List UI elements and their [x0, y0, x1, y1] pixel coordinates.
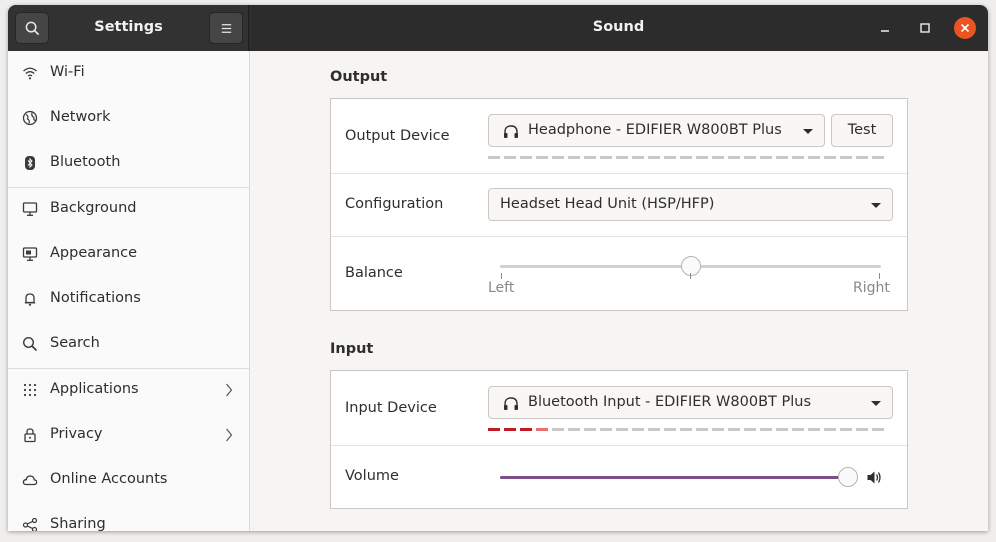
volume-fill	[500, 476, 848, 479]
maximize-icon	[920, 23, 930, 33]
balance-tick-center	[690, 273, 691, 279]
balance-label: Balance	[345, 265, 403, 281]
monitor-icon	[22, 202, 38, 216]
balance-right-label: Right	[853, 280, 890, 296]
balance-tick-right	[879, 273, 880, 279]
configuration-label: Configuration	[345, 196, 444, 212]
sidebar-item-search[interactable]: Search	[8, 322, 249, 367]
appearance-icon	[22, 247, 38, 261]
test-button[interactable]: Test	[831, 114, 893, 147]
balance-left-label: Left	[488, 280, 515, 296]
output-device-label: Output Device	[345, 128, 450, 144]
configuration-value: Headset Head Unit (HSP/HFP)	[500, 196, 715, 212]
sidebar-item-label: Wi-Fi	[50, 64, 85, 80]
cloud-icon	[22, 475, 38, 486]
bell-icon	[24, 293, 36, 306]
row-divider	[331, 445, 907, 446]
sidebar-item-label: Bluetooth	[50, 154, 121, 170]
sidebar-item-background[interactable]: Background	[8, 187, 249, 232]
input-section-title: Input	[330, 341, 374, 357]
sidebar-item-applications[interactable]: Applications	[8, 368, 249, 413]
dropdown-arrow-icon	[871, 401, 881, 406]
headphones-icon	[504, 125, 518, 138]
close-icon	[960, 23, 970, 33]
output-device-value: Headphone - EDIFIER W800BT Plus	[528, 122, 782, 138]
input-device-value: Bluetooth Input - EDIFIER W800BT Plus	[528, 394, 812, 410]
input-level-meter	[488, 428, 884, 431]
network-globe-icon	[22, 110, 38, 126]
sidebar-item-notifications[interactable]: Notifications	[8, 277, 249, 322]
sidebar-item-label: Privacy	[50, 426, 103, 442]
sidebar-item-label: Network	[50, 109, 111, 125]
minimize-icon	[881, 30, 889, 32]
chevron-right-icon	[226, 383, 233, 397]
minimize-button[interactable]	[874, 17, 896, 39]
sidebar: Wi-Fi Network Bluetooth Background Appea…	[8, 51, 250, 531]
input-frame: Input Device Bluetooth Input - EDIFIER W…	[330, 370, 908, 509]
close-button[interactable]	[954, 17, 976, 39]
apps-grid-icon	[23, 383, 37, 397]
output-frame: Output Device Headphone - EDIFIER W800BT…	[330, 98, 908, 311]
input-device-label: Input Device	[345, 400, 437, 416]
sidebar-item-label: Background	[50, 200, 137, 216]
sidebar-item-label: Appearance	[50, 245, 138, 261]
sidebar-item-wifi[interactable]: Wi-Fi	[8, 51, 249, 96]
speaker-icon[interactable]	[866, 470, 882, 485]
maximize-button[interactable]	[914, 17, 936, 39]
sidebar-header: Settings	[8, 5, 249, 51]
sidebar-item-network[interactable]: Network	[8, 96, 249, 141]
share-icon	[22, 517, 38, 531]
balance-tick-left	[501, 273, 502, 279]
menu-button[interactable]	[209, 12, 243, 44]
sidebar-item-label: Search	[50, 335, 100, 351]
sidebar-item-online-accounts[interactable]: Online Accounts	[8, 458, 249, 503]
configuration-dropdown[interactable]: Headset Head Unit (HSP/HFP)	[488, 188, 893, 221]
sidebar-item-privacy[interactable]: Privacy	[8, 413, 249, 458]
output-level-meter	[488, 156, 884, 159]
lock-icon	[24, 428, 36, 443]
headphones-icon	[504, 397, 518, 410]
dropdown-arrow-icon	[871, 203, 881, 208]
input-device-dropdown[interactable]: Bluetooth Input - EDIFIER W800BT Plus	[488, 386, 893, 419]
hamburger-menu-icon	[221, 24, 232, 33]
row-divider	[331, 236, 907, 237]
chevron-right-icon	[226, 428, 233, 442]
sidebar-item-label: Notifications	[50, 290, 141, 306]
row-divider	[331, 173, 907, 174]
sidebar-item-label: Online Accounts	[50, 471, 168, 487]
volume-label: Volume	[345, 468, 399, 484]
sidebar-item-label: Applications	[50, 381, 139, 397]
sidebar-item-bluetooth[interactable]: Bluetooth	[8, 141, 249, 186]
wifi-icon	[23, 67, 37, 80]
sidebar-item-sharing[interactable]: Sharing	[8, 503, 249, 531]
volume-slider[interactable]	[500, 466, 858, 490]
volume-slider-handle[interactable]	[838, 467, 858, 487]
bluetooth-icon	[25, 156, 35, 170]
output-device-dropdown[interactable]: Headphone - EDIFIER W800BT Plus	[488, 114, 825, 147]
sound-panel: Output Output Device Headphone - EDIFIER…	[250, 51, 988, 531]
settings-window: Settings Sound Wi-Fi Network Bluetooth B…	[8, 5, 988, 531]
sidebar-item-label: Sharing	[50, 516, 106, 531]
header-bar: Settings Sound	[8, 5, 988, 51]
search-icon	[22, 336, 38, 352]
sidebar-item-appearance[interactable]: Appearance	[8, 232, 249, 277]
dropdown-arrow-icon	[803, 129, 813, 134]
output-section-title: Output	[330, 69, 388, 85]
